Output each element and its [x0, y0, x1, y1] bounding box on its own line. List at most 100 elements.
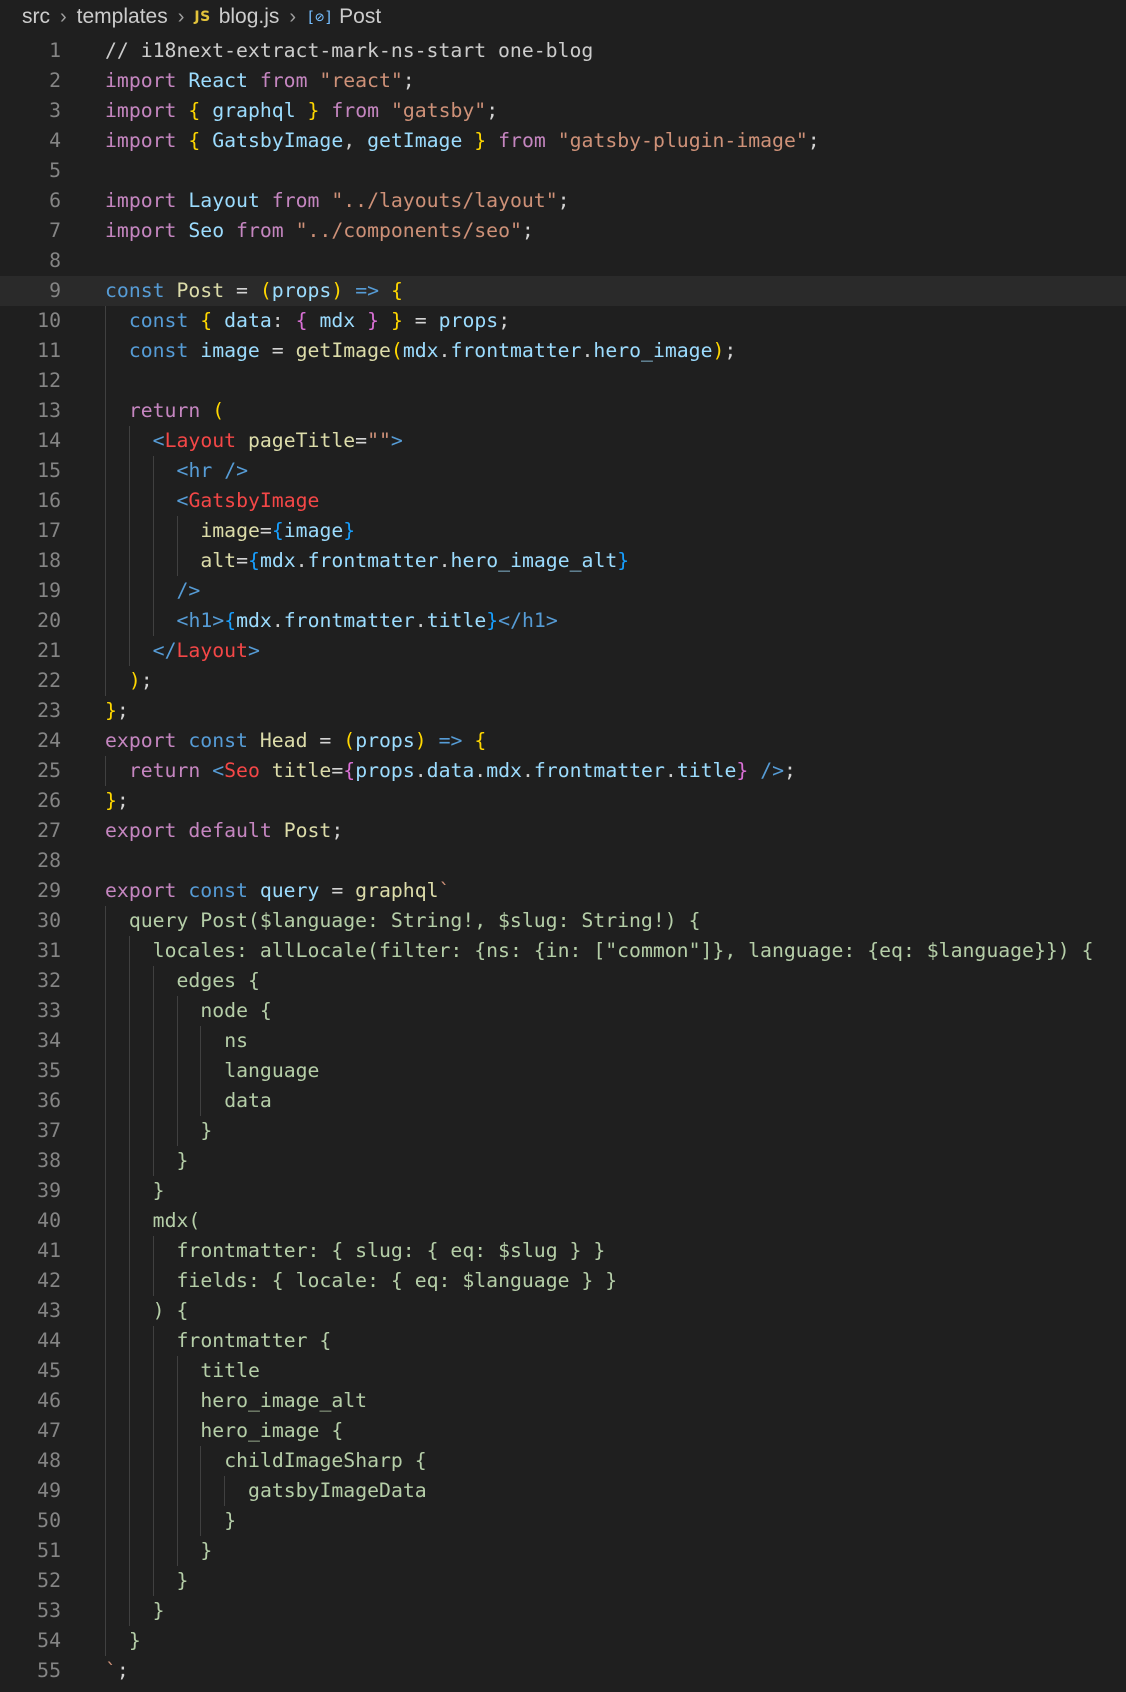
code-line[interactable]: 47 hero_image {: [0, 1416, 1126, 1446]
code-line[interactable]: 49 gatsbyImageData: [0, 1476, 1126, 1506]
code-line[interactable]: 26};: [0, 786, 1126, 816]
breadcrumb-item-symbol[interactable]: Post: [339, 5, 381, 29]
code-line[interactable]: 14 <Layout pageTitle="">: [0, 426, 1126, 456]
code-line[interactable]: 33 node {: [0, 996, 1126, 1026]
line-number: 16: [37, 489, 61, 512]
code-line[interactable]: 16 <GatsbyImage: [0, 486, 1126, 516]
code-line[interactable]: 48 childImageSharp {: [0, 1446, 1126, 1476]
code-line[interactable]: 39}: [0, 1176, 1126, 1206]
code-line[interactable]: 34 ns: [0, 1026, 1126, 1056]
code-line[interactable]: 44 frontmatter {: [0, 1326, 1126, 1356]
code-line[interactable]: 18 alt={mdx.frontmatter.hero_image_alt}: [0, 546, 1126, 576]
code-line[interactable]: 1 // i18next-extract-mark-ns-start one-bl…: [0, 36, 1126, 66]
code-line[interactable]: 6 import Layout from "../layouts/layout";: [0, 186, 1126, 216]
indent-guide: [152, 1236, 154, 1266]
code-text: <GatsbyImage: [177, 486, 320, 516]
code-line[interactable]: 8: [0, 246, 1126, 276]
code-line[interactable]: 38}: [0, 1146, 1126, 1176]
code-line[interactable]: 31 locales: allLocale(filter: {ns: {in: […: [0, 936, 1126, 966]
code-text: import Seo from "../components/seo";: [105, 216, 534, 246]
code-line[interactable]: 45 title: [0, 1356, 1126, 1386]
code-line[interactable]: 15 <hr />: [0, 456, 1126, 486]
code-line[interactable]: 19 />: [0, 576, 1126, 606]
line-number: 24: [37, 729, 61, 752]
breadcrumb-item-file[interactable]: blog.js: [219, 5, 280, 29]
indent-guide: [105, 966, 106, 996]
code-line[interactable]: 37}: [0, 1116, 1126, 1146]
indent-guide: [200, 1446, 202, 1476]
code-line[interactable]: 51}: [0, 1536, 1126, 1566]
code-line[interactable]: 17 image={image}: [0, 516, 1126, 546]
code-line[interactable]: 55 `;: [0, 1656, 1126, 1686]
indent-guide: [105, 1266, 106, 1296]
code-token: =: [331, 879, 344, 902]
code-token: default: [188, 819, 272, 842]
code-token: ;: [402, 69, 415, 92]
code-text: };: [105, 786, 129, 816]
code-token: ): [712, 339, 725, 362]
code-line[interactable]: 22);: [0, 666, 1126, 696]
line-number: 51: [37, 1539, 61, 1562]
code-line[interactable]: 35 language: [0, 1056, 1126, 1086]
code-line[interactable]: 41 frontmatter: { slug: { eq: $slug } }: [0, 1236, 1126, 1266]
code-line[interactable]: 46 hero_image_alt: [0, 1386, 1126, 1416]
code-token: ;: [807, 129, 820, 152]
code-line[interactable]: 52}: [0, 1566, 1126, 1596]
code-line[interactable]: 28: [0, 846, 1126, 876]
code-token: }: [176, 1569, 189, 1592]
code-token: .: [438, 339, 451, 362]
breadcrumb-item-templates[interactable]: templates: [77, 5, 168, 29]
code-line[interactable]: 29 export const query = graphql`: [0, 876, 1126, 906]
indent-guide: [176, 1416, 178, 1446]
code-line[interactable]: 13 return (: [0, 396, 1126, 426]
code-line[interactable]: 36 data: [0, 1086, 1126, 1116]
code-token: <: [176, 489, 189, 512]
code-line[interactable]: 4 import { GatsbyImage, getImage } from "…: [0, 126, 1126, 156]
indent-guide: [105, 1476, 106, 1506]
code-line[interactable]: 42 fields: { locale: { eq: $language } }: [0, 1266, 1126, 1296]
code-line[interactable]: 7 import Seo from "../components/seo";: [0, 216, 1126, 246]
code-line[interactable]: 12: [0, 366, 1126, 396]
indent-guide: [105, 426, 106, 456]
code-token: export: [105, 879, 177, 902]
code-line[interactable]: 24 export const Head = (props) => {: [0, 726, 1126, 756]
indent-guide: [176, 1536, 178, 1566]
code-token: {: [248, 549, 260, 572]
code-line[interactable]: 2 import React from "react";: [0, 66, 1126, 96]
code-line[interactable]: 21 </Layout>: [0, 636, 1126, 666]
code-line[interactable]: 27 export default Post;: [0, 816, 1126, 846]
breadcrumb-item-src[interactable]: src: [22, 5, 50, 29]
code-token: from: [236, 219, 284, 242]
code-editor[interactable]: 1 // i18next-extract-mark-ns-start one-bl…: [0, 34, 1126, 1686]
code-token: ;: [116, 789, 129, 812]
code-line[interactable]: 23};: [0, 696, 1126, 726]
code-line[interactable]: 3 import { graphql } from "gatsby";: [0, 96, 1126, 126]
code-line[interactable]: 32 edges {: [0, 966, 1126, 996]
code-line[interactable]: 40 mdx(: [0, 1206, 1126, 1236]
code-text: hero_image {: [200, 1416, 343, 1446]
code-token: :: [271, 309, 296, 332]
code-line[interactable]: 53}: [0, 1596, 1126, 1626]
code-line[interactable]: 5: [0, 156, 1126, 186]
code-line[interactable]: 50}: [0, 1506, 1126, 1536]
indent-guide: [128, 1146, 130, 1176]
code-line[interactable]: 25 return <Seo title={props.data.mdx.fron…: [0, 756, 1126, 786]
indent-guide: [176, 1026, 178, 1056]
code-line[interactable]: 54}: [0, 1626, 1126, 1656]
code-line[interactable]: 20 <h1>{mdx.frontmatter.title}</h1>: [0, 606, 1126, 636]
code-text: <Layout pageTitle="">: [153, 426, 403, 456]
code-token: }: [105, 789, 117, 812]
indent-guide: [105, 1086, 106, 1116]
code-text: <h1>{mdx.frontmatter.title}</h1>: [177, 606, 558, 636]
code-text: }: [177, 1146, 189, 1176]
code-line[interactable]: 30 query Post($language: String!, $slug: …: [0, 906, 1126, 936]
code-line[interactable]: 9 const Post = (props) => {: [0, 276, 1126, 306]
code-line[interactable]: 43) {: [0, 1296, 1126, 1326]
code-line[interactable]: 10 const { data: { mdx } } = props;: [0, 306, 1126, 336]
code-line[interactable]: 11 const image = getImage(mdx.frontmatter…: [0, 336, 1126, 366]
